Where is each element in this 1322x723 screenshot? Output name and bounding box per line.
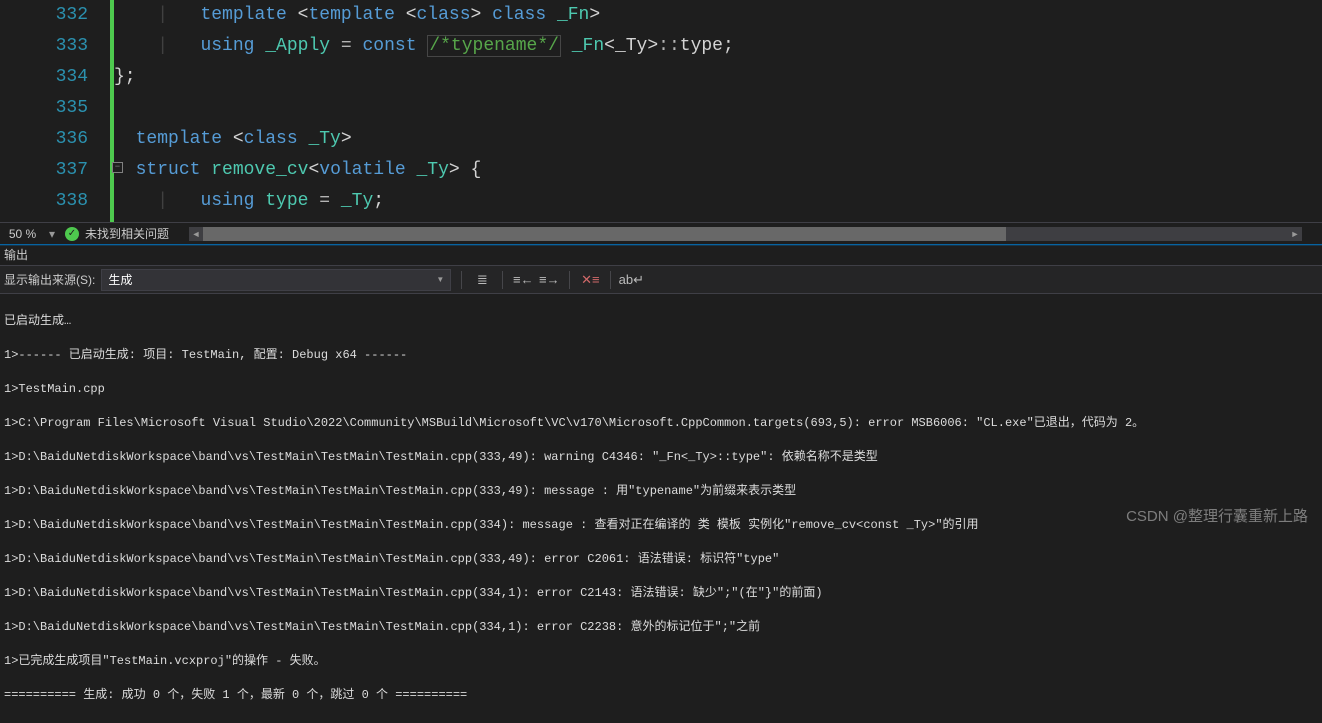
- line-number: 336: [0, 124, 88, 155]
- output-line: ========== 生成: 成功 0 个，失败 1 个，最新 0 个，跳过 0…: [4, 687, 1318, 704]
- code-line: };: [114, 62, 1322, 93]
- output-line: 1>------ 已启动生成: 项目: TestMain, 配置: Debug …: [4, 347, 1318, 364]
- output-line: 1>D:\BaiduNetdiskWorkspace\band\vs\TestM…: [4, 585, 1318, 602]
- line-number: 332: [0, 0, 88, 31]
- output-text[interactable]: 已启动生成… 1>------ 已启动生成: 项目: TestMain, 配置:…: [0, 294, 1322, 723]
- output-toolbar: 显示输出来源(S): 生成 ▼ ≣ ≡← ≡→ ✕≡ ab↵: [0, 266, 1322, 294]
- output-line: 1>D:\BaiduNetdiskWorkspace\band\vs\TestM…: [4, 517, 1318, 534]
- output-line: 1>D:\BaiduNetdiskWorkspace\band\vs\TestM…: [4, 619, 1318, 636]
- clear-all-icon[interactable]: ✕≡: [580, 270, 600, 290]
- line-number: 334: [0, 62, 88, 93]
- no-issues-label: 未找到相关问题: [85, 225, 169, 242]
- output-line: 1>D:\BaiduNetdiskWorkspace\band\vs\TestM…: [4, 483, 1318, 500]
- code-line: template <class _Ty>: [114, 124, 1322, 155]
- code-line: − struct remove_cv<volatile _Ty> {: [114, 155, 1322, 186]
- word-wrap-icon[interactable]: ab↵: [621, 270, 641, 290]
- line-number: 338: [0, 186, 88, 217]
- watermark: CSDN @整理行囊重新上路: [1126, 505, 1308, 526]
- find-message-icon[interactable]: ≣: [472, 270, 492, 290]
- output-line: 1>C:\Program Files\Microsoft Visual Stud…: [4, 415, 1318, 432]
- collapse-toggle-icon[interactable]: −: [112, 162, 123, 173]
- output-line: 已启动生成…: [4, 313, 1318, 330]
- output-panel-title: 输出: [0, 246, 1322, 266]
- output-source-label: 显示输出来源(S):: [4, 271, 95, 288]
- output-line: 1>已完成生成项目"TestMain.vcxproj"的操作 - 失败。: [4, 653, 1318, 670]
- zoom-level[interactable]: 50 %: [0, 227, 45, 241]
- output-source-select[interactable]: 生成 ▼: [101, 269, 451, 291]
- chevron-down-icon: ▼: [436, 275, 444, 284]
- line-number-gutter: 332 333 334 335 336 337 338: [0, 0, 110, 222]
- line-number: 337: [0, 155, 88, 186]
- output-line: 1>TestMain.cpp: [4, 381, 1318, 398]
- code-body[interactable]: | template <template <class> class _Fn> …: [114, 0, 1322, 222]
- code-line: | using type = _Ty;: [114, 186, 1322, 217]
- code-line: | using _Apply = const /*typename*/ _Fn<…: [114, 31, 1322, 62]
- horizontal-scrollbar[interactable]: ◄ ►: [189, 227, 1302, 241]
- output-source-value: 生成: [108, 271, 132, 288]
- zoom-dropdown-icon[interactable]: ▾: [45, 227, 59, 241]
- code-editor[interactable]: 332 333 334 335 336 337 338 | template <…: [0, 0, 1322, 222]
- scrollbar-thumb[interactable]: [203, 227, 1006, 241]
- line-number: 333: [0, 31, 88, 62]
- prev-message-icon[interactable]: ≡←: [513, 270, 533, 290]
- line-number: 335: [0, 93, 88, 124]
- check-icon: ✓: [65, 227, 79, 241]
- output-line: 1>D:\BaiduNetdiskWorkspace\band\vs\TestM…: [4, 551, 1318, 568]
- code-line: | template <template <class> class _Fn>: [114, 0, 1322, 31]
- code-line: [114, 93, 1322, 124]
- scroll-left-icon[interactable]: ◄: [189, 227, 203, 241]
- next-message-icon[interactable]: ≡→: [539, 270, 559, 290]
- output-line: 1>D:\BaiduNetdiskWorkspace\band\vs\TestM…: [4, 449, 1318, 466]
- scroll-right-icon[interactable]: ►: [1288, 227, 1302, 241]
- editor-status-bar: 50 % ▾ ✓ 未找到相关问题 ◄ ►: [0, 222, 1322, 244]
